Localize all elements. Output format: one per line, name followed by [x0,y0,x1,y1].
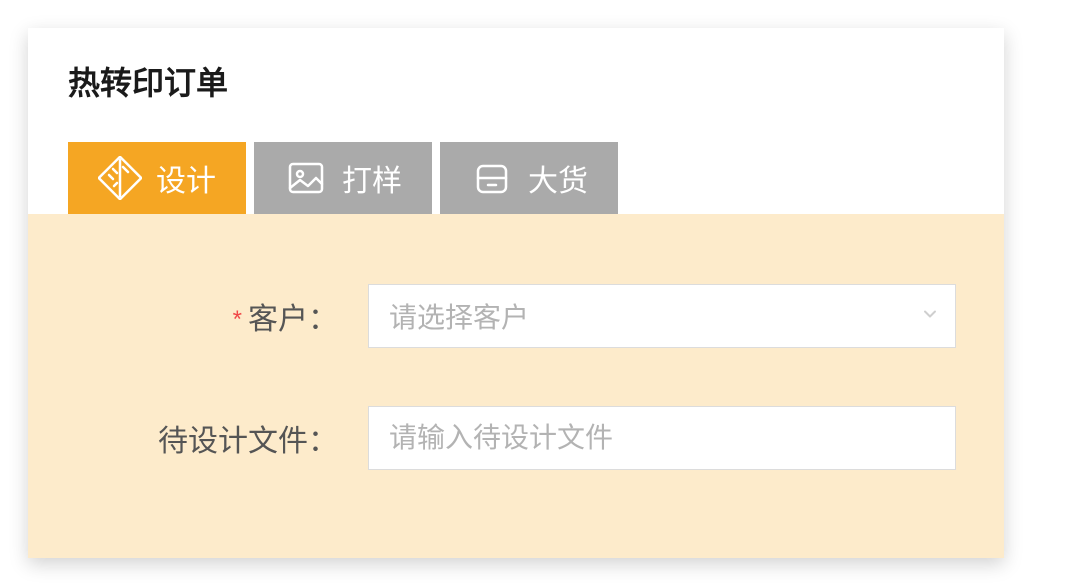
tab-design[interactable]: 设计 [68,142,246,214]
customer-select-placeholder: 请选择客户 [389,296,529,336]
tab-sample[interactable]: 打样 [254,142,432,214]
image-icon [284,156,328,200]
tab-label: 设计 [156,156,216,200]
design-file-label: 待设计文件： [68,416,368,460]
order-panel: 热转印订单 设计 [28,28,1004,558]
package-icon [470,156,514,200]
ruler-pencil-icon [98,156,142,200]
design-file-input-wrap [368,406,956,470]
chevron-down-icon [921,305,939,328]
customer-select[interactable]: 请选择客户 [368,284,956,348]
tab-label: 打样 [342,156,402,200]
form-row-design-file: 待设计文件： [68,406,964,470]
customer-label: *客户： [68,294,368,338]
tab-panel-design: *客户： 请选择客户 待设计文件： [28,214,1004,558]
form-row-customer: *客户： 请选择客户 [68,284,964,348]
design-file-input[interactable] [389,422,935,454]
tab-bulk[interactable]: 大货 [440,142,618,214]
tab-label: 大货 [528,156,588,200]
page-title: 热转印订单 [28,58,1004,104]
required-mark: * [233,306,242,333]
tab-bar: 设计 打样 大货 [28,142,1004,214]
